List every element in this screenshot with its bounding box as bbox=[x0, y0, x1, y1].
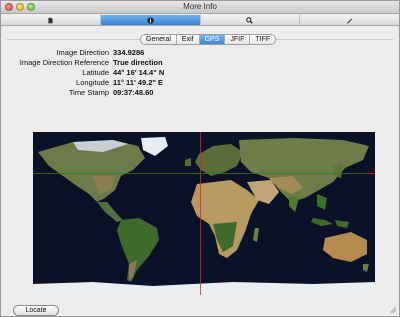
inspector-tabs: General Exif GPS JFIF TIFF bbox=[140, 34, 277, 45]
resize-grip-icon[interactable] bbox=[388, 305, 396, 313]
property-value: 09:37:48.60 bbox=[113, 88, 154, 97]
property-value: 11° 11' 49.2" E bbox=[113, 78, 164, 87]
property-key: Time Stamp bbox=[68, 88, 109, 97]
locate-button[interactable]: Locate bbox=[13, 305, 59, 316]
tab-exif[interactable]: Exif bbox=[177, 35, 200, 44]
toolbar bbox=[1, 15, 399, 26]
world-map[interactable] bbox=[33, 132, 375, 295]
tab-tiff[interactable]: TIFF bbox=[250, 35, 275, 44]
property-key: Image Direction bbox=[56, 48, 109, 57]
info-icon bbox=[146, 16, 154, 24]
document-icon bbox=[48, 17, 53, 23]
world-map-image bbox=[33, 132, 375, 295]
gps-properties: Image Direction 334.9286 Image Direction… bbox=[1, 48, 400, 98]
property-row: Latitude 44° 16' 14.4" N bbox=[1, 68, 400, 78]
property-key: Latitude bbox=[82, 68, 109, 77]
property-value: True direction bbox=[113, 58, 163, 67]
tab-jfif[interactable]: JFIF bbox=[225, 35, 251, 44]
property-row: Image Direction Reference True direction bbox=[1, 58, 400, 68]
more-info-window: More Info General Exif GPS JFIF TIFF Ima… bbox=[0, 0, 400, 317]
property-value: 44° 16' 14.4" N bbox=[113, 68, 165, 77]
search-icon bbox=[246, 16, 254, 24]
property-row: Longitude 11° 11' 49.2" E bbox=[1, 78, 400, 88]
tab-general[interactable]: General bbox=[141, 35, 177, 44]
title-bar[interactable]: More Info bbox=[1, 1, 399, 14]
pencil-icon bbox=[347, 18, 353, 24]
property-row: Time Stamp 09:37:48.60 bbox=[1, 88, 400, 98]
property-key: Image Direction Reference bbox=[19, 58, 109, 67]
window-title: More Info bbox=[183, 2, 217, 11]
toolbar-button-search[interactable] bbox=[201, 15, 301, 25]
property-value: 334.9286 bbox=[113, 48, 145, 57]
property-row: Image Direction 334.9286 bbox=[1, 48, 400, 58]
toolbar-button-info[interactable] bbox=[100, 15, 201, 25]
tab-gps[interactable]: GPS bbox=[199, 35, 226, 44]
toolbar-button-edit[interactable] bbox=[300, 15, 399, 25]
toolbar-button-document[interactable] bbox=[1, 15, 101, 25]
property-key: Longitude bbox=[76, 78, 109, 87]
